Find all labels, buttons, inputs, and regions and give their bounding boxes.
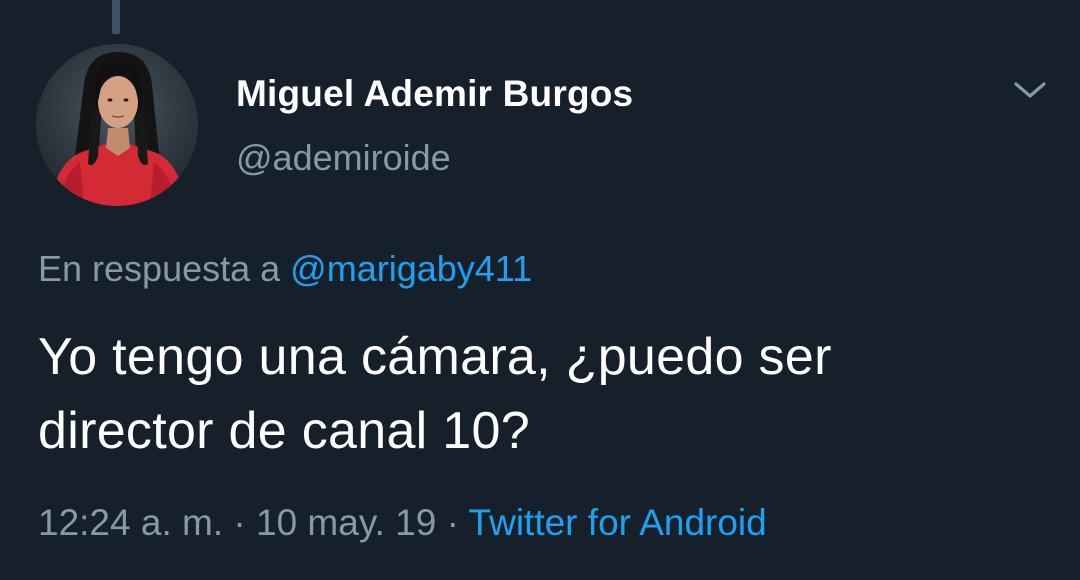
tweet-metadata: 12:24 a. m. · 10 may. 19 · Twitter for A… <box>38 502 767 544</box>
tweet-text-line: director de canal 10? <box>38 402 530 460</box>
avatar-image <box>36 44 198 206</box>
meta-separator: · <box>233 502 246 543</box>
tweet-date[interactable]: 10 may. 19 <box>256 502 436 543</box>
avatar[interactable] <box>36 44 198 206</box>
meta-separator: · <box>446 502 459 543</box>
reply-mention-link[interactable]: @marigaby411 <box>290 248 532 289</box>
reply-context: En respuesta a @marigaby411 <box>38 248 532 290</box>
author-handle[interactable]: @ademiroide <box>236 137 451 179</box>
tweet-text: Yo tengo una cámara, ¿puedo ser director… <box>38 320 1048 468</box>
author-name[interactable]: Miguel Ademir Burgos <box>236 73 633 115</box>
chevron-down-icon[interactable] <box>1010 76 1050 104</box>
tweet-time[interactable]: 12:24 a. m. <box>38 502 223 543</box>
thread-connector-line <box>112 0 120 34</box>
reply-prefix: En respuesta a <box>38 248 281 289</box>
tweet-source-link[interactable]: Twitter for Android <box>469 502 767 543</box>
tweet-text-line: Yo tengo una cámara, ¿puedo ser <box>38 328 832 386</box>
